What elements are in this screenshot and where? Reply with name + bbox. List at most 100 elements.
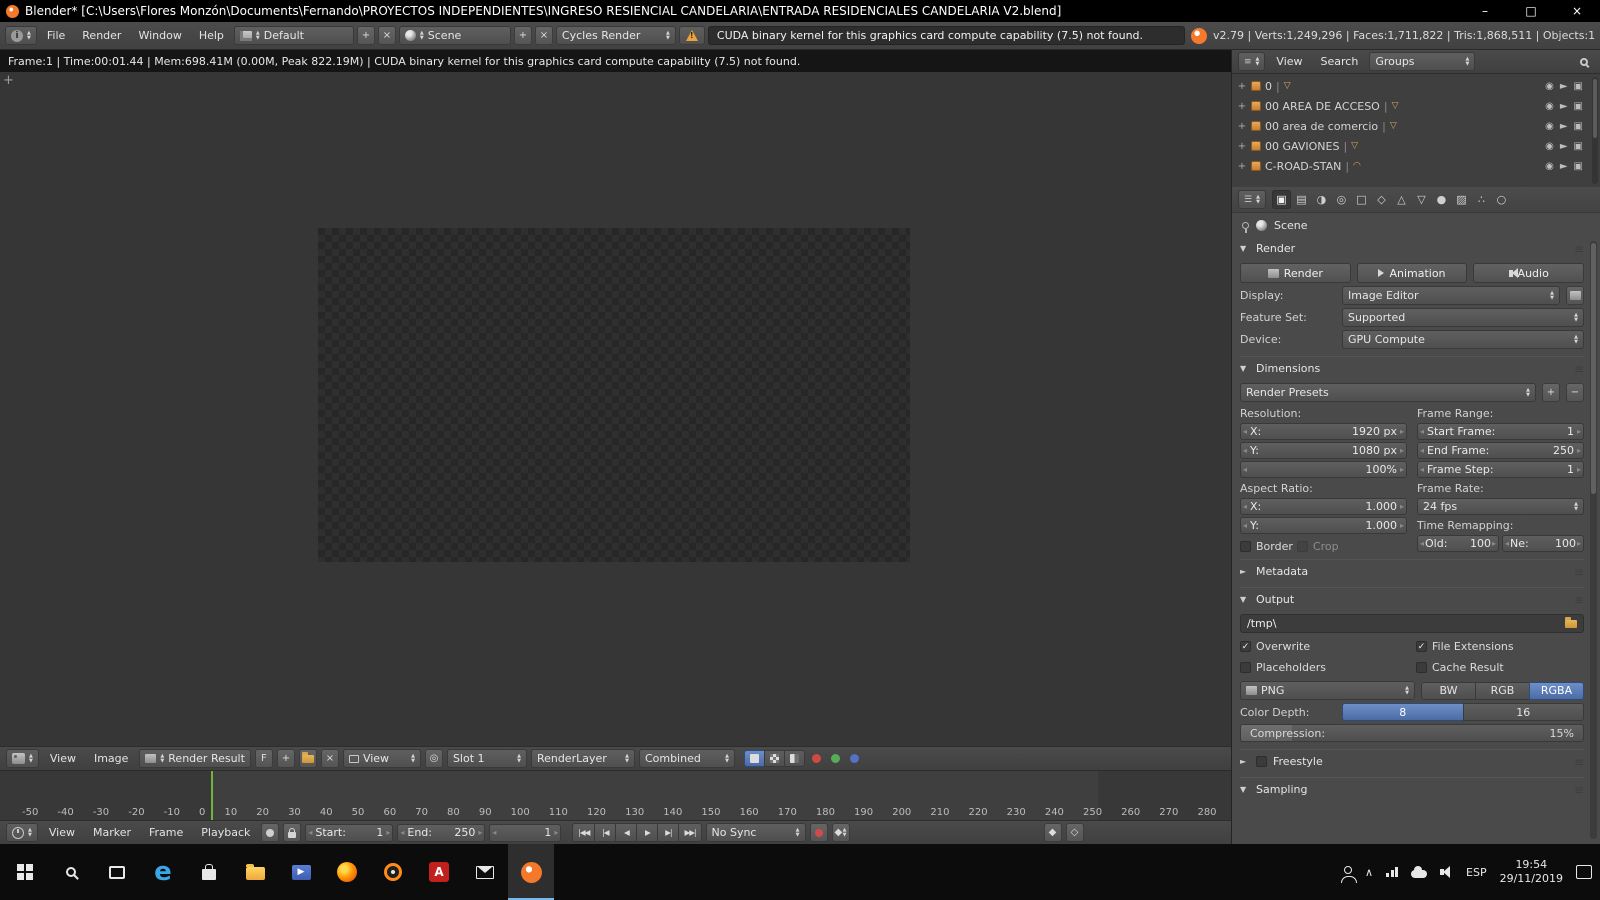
clock[interactable]: 19:54 29/11/2019: [1500, 858, 1563, 887]
freestyle-panel-header[interactable]: ► Freestyle: [1240, 750, 1584, 773]
add-layout-button[interactable]: +: [356, 26, 375, 45]
tab-render-layers[interactable]: ▤: [1292, 190, 1311, 209]
current-frame-field[interactable]: 1: [489, 823, 562, 842]
depth-16-button[interactable]: 16: [1462, 703, 1584, 721]
output-path-field[interactable]: /tmp\: [1240, 614, 1584, 633]
visibility-eye-icon[interactable]: ◉: [1545, 121, 1554, 132]
audio-button[interactable]: Audio: [1473, 263, 1585, 283]
warning-button[interactable]: [678, 26, 705, 45]
region-expand-icon[interactable]: +: [3, 73, 14, 88]
expand-icon[interactable]: +: [1237, 101, 1247, 112]
render-panel-header[interactable]: ▼ Render: [1240, 237, 1584, 260]
animation-button[interactable]: Animation: [1356, 263, 1468, 283]
render-camera-icon[interactable]: ▣: [1574, 81, 1583, 92]
menu-playback[interactable]: Playback: [194, 826, 257, 839]
play-reverse-button[interactable]: ◀: [615, 823, 638, 842]
outliner-scrollbar[interactable]: [1592, 77, 1598, 184]
tab-constraints[interactable]: ◇: [1372, 190, 1391, 209]
outliner-item-label[interactable]: 0: [1265, 80, 1272, 93]
depth-8-button[interactable]: 8: [1342, 703, 1464, 721]
feature-set-dropdown[interactable]: Supported: [1342, 308, 1584, 327]
expand-icon[interactable]: +: [1237, 81, 1247, 92]
render-engine-dropdown[interactable]: Cycles Render: [555, 26, 676, 45]
rgb-button[interactable]: RGB: [1475, 681, 1530, 700]
output-panel-header[interactable]: ▼ Output: [1240, 588, 1584, 611]
tab-material[interactable]: ●: [1432, 190, 1451, 209]
taskbar-movies-tv[interactable]: [278, 844, 324, 900]
jump-to-end-button[interactable]: ▶▶|: [678, 823, 702, 842]
action-center-icon[interactable]: [1576, 865, 1592, 879]
outliner-item-label[interactable]: 00 GAVIONES: [1265, 140, 1339, 153]
menu-render[interactable]: Render: [75, 29, 128, 42]
tray-expand-chevron-icon[interactable]: ∧: [1365, 866, 1373, 879]
file-format-dropdown[interactable]: PNG: [1240, 681, 1415, 700]
green-channel-button[interactable]: [830, 754, 840, 763]
menu-help[interactable]: Help: [192, 29, 231, 42]
unlink-image-button[interactable]: ×: [320, 749, 339, 768]
onedrive-cloud-icon[interactable]: [1411, 866, 1428, 878]
taskbar-edge[interactable]: [140, 844, 186, 900]
maximize-button[interactable]: □: [1508, 0, 1554, 22]
previous-keyframe-button[interactable]: |◀: [594, 823, 617, 842]
outliner-display-dropdown[interactable]: Groups: [1369, 52, 1476, 71]
start-frame-field[interactable]: Start Frame: 1: [1417, 423, 1584, 440]
tab-object[interactable]: □: [1352, 190, 1371, 209]
outliner-item[interactable]: + C-ROAD-STAN | ◠ ◉ ► ▣: [1232, 156, 1600, 176]
outliner-item[interactable]: +00 area de comercio | ▽ ◉ ► ▣: [1232, 116, 1600, 136]
close-button[interactable]: ×: [1554, 0, 1600, 22]
selectability-arrow-icon[interactable]: ►: [1560, 81, 1568, 92]
compression-slider[interactable]: Compression: 15%: [1240, 724, 1584, 742]
freestyle-checkbox[interactable]: [1256, 756, 1267, 767]
resolution-x-field[interactable]: X: 1920 px: [1240, 423, 1407, 440]
placeholders-checkbox[interactable]: Placeholders: [1240, 659, 1408, 676]
end-frame-field[interactable]: End Frame: 250: [1417, 442, 1584, 459]
render-camera-icon[interactable]: ▣: [1574, 121, 1583, 132]
time-remap-old-field[interactable]: Old: 100: [1417, 535, 1499, 552]
end-frame-field[interactable]: End: 250: [397, 823, 486, 842]
editor-type-button[interactable]: ☰: [1238, 190, 1266, 209]
render-camera-icon[interactable]: ▣: [1574, 161, 1583, 172]
folder-icon[interactable]: [1565, 616, 1577, 628]
draw-alpha-button[interactable]: [783, 750, 805, 767]
render-pass-dropdown[interactable]: Combined: [638, 749, 735, 768]
new-window-button[interactable]: [1566, 286, 1584, 305]
outliner-item-label[interactable]: 00 area de comercio: [1265, 120, 1378, 133]
outliner-item-label[interactable]: 00 AREA DE ACCESO: [1265, 100, 1380, 113]
metadata-panel-header[interactable]: ► Metadata: [1240, 560, 1584, 583]
pivot-button[interactable]: ◎: [424, 749, 443, 768]
timeline-scrub-area[interactable]: -50 -40 -30 -20 -10 0 10 20 30 40 50 60 70 80 90 100 110…: [0, 770, 1231, 820]
time-remap-new-field[interactable]: Ne: 100: [1502, 535, 1584, 552]
border-checkbox[interactable]: Border: [1240, 538, 1293, 555]
auto-keyframe-button[interactable]: [261, 823, 280, 842]
menu-image[interactable]: Image: [87, 752, 135, 765]
selectability-arrow-icon[interactable]: ►: [1560, 121, 1568, 132]
fake-user-button[interactable]: F: [254, 749, 273, 768]
draw-color-button[interactable]: [743, 750, 765, 767]
visibility-eye-icon[interactable]: ◉: [1545, 101, 1554, 112]
render-camera-icon[interactable]: ▣: [1574, 141, 1583, 152]
sync-dropdown[interactable]: No Sync: [705, 823, 806, 842]
image-editor-viewport[interactable]: +: [0, 72, 1231, 746]
tab-world[interactable]: ◎: [1332, 190, 1351, 209]
cache-result-checkbox[interactable]: Cache Result: [1416, 659, 1584, 676]
taskbar-mail[interactable]: [462, 844, 508, 900]
outliner-item-label[interactable]: C-ROAD-STAN: [1265, 160, 1341, 173]
tab-data[interactable]: ▽: [1412, 190, 1431, 209]
device-dropdown[interactable]: GPU Compute: [1342, 330, 1584, 349]
delete-layout-button[interactable]: ×: [377, 26, 396, 45]
frame-rate-dropdown[interactable]: 24 fps: [1417, 498, 1584, 515]
taskbar-store[interactable]: [186, 844, 232, 900]
network-icon[interactable]: [1386, 867, 1399, 877]
outliner-item[interactable]: +0 | ▽ ◉ ► ▣: [1232, 76, 1600, 96]
bw-button[interactable]: BW: [1421, 681, 1476, 700]
visibility-eye-icon[interactable]: ◉: [1545, 161, 1554, 172]
dimensions-panel-header[interactable]: ▼ Dimensions: [1240, 357, 1584, 380]
tab-particles[interactable]: ∴: [1472, 190, 1491, 209]
screen-layout-selector[interactable]: Default: [233, 26, 354, 45]
render-button[interactable]: Render: [1240, 263, 1351, 283]
search-button[interactable]: [48, 844, 94, 900]
menu-marker[interactable]: Marker: [86, 826, 138, 839]
scrollbar-thumb[interactable]: [1593, 79, 1597, 138]
aspect-y-field[interactable]: Y: 1.000: [1240, 517, 1407, 534]
keying-set-button[interactable]: ◆: [831, 823, 850, 842]
